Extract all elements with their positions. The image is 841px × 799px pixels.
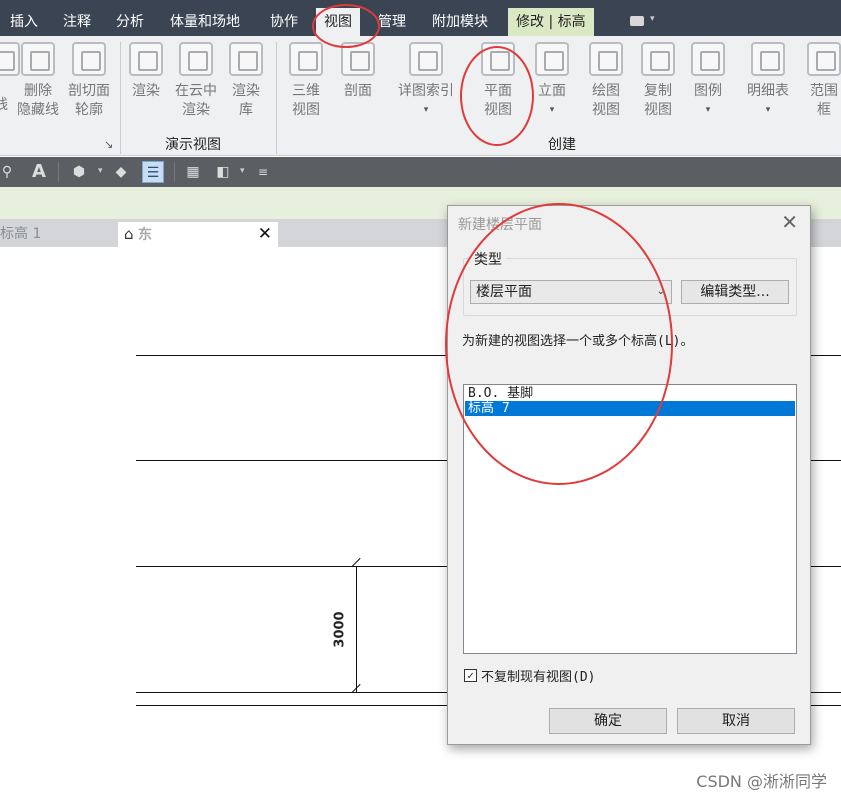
ribbon-button-drafting-view[interactable]: 绘图 视图 [584, 42, 628, 120]
edit-type-button[interactable]: 编辑类型... [681, 280, 789, 304]
schedule-icon [751, 42, 785, 76]
ribbon-button-render[interactable]: 渲染 [124, 42, 168, 101]
no-duplicate-checkbox[interactable]: ✓ 不复制现有视图(D) [464, 666, 595, 685]
render-cloud-icon [179, 42, 213, 76]
tab-collaborate[interactable]: 协作 [262, 8, 306, 36]
toolbar-divider [174, 162, 175, 182]
legend-icon [691, 42, 725, 76]
ribbon-button-scope-box[interactable]: 范围 框 [806, 42, 841, 120]
chevron-down-icon[interactable]: ▾ [650, 14, 655, 24]
3d-view-icon[interactable]: ⬢ [68, 161, 90, 183]
ribbon-button-render-gallery[interactable]: 渲染 库 [224, 42, 268, 120]
ribbon-button-cut-profile[interactable]: 剖切面 轮廓 [64, 42, 114, 120]
checkmark-icon[interactable]: ✓ [464, 669, 477, 682]
render-gallery-icon [229, 42, 263, 76]
panel-divider [276, 42, 277, 154]
ribbon-panel: 线 删除 隐藏线 剖切面 轮廓 ↘ 渲染 在云中 渲染 渲染 库 演示视图 三维… [0, 36, 841, 156]
close-icon[interactable]: ✕ [258, 222, 272, 247]
annotation-circle [460, 46, 534, 146]
watermark-text: CSDN @淅淅同学 [696, 772, 827, 791]
chevron-down-icon: ▾ [549, 105, 555, 115]
drafting-view-icon [589, 42, 623, 76]
ribbon-button-remove-hidden-lines[interactable]: 删除 隐藏线 [14, 42, 62, 120]
close-hidden-windows-icon[interactable]: ▦ [182, 161, 204, 183]
render-teapot-icon [129, 42, 163, 76]
toolbar-divider [58, 162, 59, 182]
ribbon-button-elevation[interactable]: 立面 ▾ [530, 42, 574, 120]
3d-view-icon [289, 42, 323, 76]
chevron-down-icon[interactable]: ▾ [240, 166, 245, 176]
customize-toolbar-icon[interactable]: ≡ [252, 161, 274, 183]
tab-massing-site[interactable]: 体量和场地 [162, 8, 248, 36]
annotation-circle [312, 4, 380, 48]
checkbox-label: 不复制现有视图(D) [481, 670, 596, 685]
ribbon-button-schedule[interactable]: 明细表 ▾ [742, 42, 794, 120]
panel-title-presentation: 演示视图 [165, 137, 221, 153]
measure-icon[interactable]: ⚲ [0, 161, 18, 183]
tab-annotate[interactable]: 注释 [55, 8, 99, 36]
house-icon: ⌂ [124, 225, 134, 243]
chevron-down-icon: ▾ [423, 105, 429, 115]
close-icon[interactable]: ✕ [781, 210, 798, 234]
text-icon[interactable]: A [28, 161, 50, 183]
ribbon-button-callout[interactable]: 详图索引 ▾ [392, 42, 460, 120]
duplicate-view-icon [641, 42, 675, 76]
annotation-circle [445, 203, 673, 485]
ribbon-display-toggle-icon[interactable] [630, 16, 644, 26]
view-tab-level-1[interactable]: 标高 1 [0, 222, 47, 247]
ribbon-button-section[interactable]: 剖面 [336, 42, 380, 101]
scope-box-icon [807, 42, 841, 76]
tab-analyze[interactable]: 分析 [108, 8, 152, 36]
dimension-line[interactable] [356, 566, 357, 692]
elevation-icon [535, 42, 569, 76]
ribbon-button-render-cloud[interactable]: 在云中 渲染 [170, 42, 222, 120]
ribbon-button-duplicate-view[interactable]: 复制 视图 [636, 42, 680, 120]
switch-windows-icon[interactable]: ◧ [212, 161, 234, 183]
dimension-text[interactable]: 3000 [333, 611, 348, 647]
quick-access-toolbar: ⚲ A ⬢ ▾ ◆ ☰ ▦ ◧ ▾ ≡ [0, 157, 841, 187]
ok-button[interactable]: 确定 [549, 708, 667, 734]
cut-profile-icon [72, 42, 106, 76]
chevron-down-icon[interactable]: ▾ [98, 166, 103, 176]
thin-lines-icon[interactable]: ☰ [142, 161, 164, 183]
ribbon-button-legend[interactable]: 图例 ▾ [688, 42, 728, 120]
tab-modify-level[interactable]: 修改 | 标高 [508, 8, 594, 36]
callout-icon [409, 42, 443, 76]
view-tab-east[interactable]: ⌂ 东 ✕ [118, 222, 278, 247]
tab-add-ins[interactable]: 附加模块 [424, 8, 496, 36]
panel-title-create: 创建 [548, 137, 576, 153]
remove-hidden-lines-icon [21, 42, 55, 76]
panel-launcher-icon[interactable]: ↘ [104, 138, 113, 151]
panel-divider [120, 42, 121, 154]
ribbon-tab-bar: 插入 注释 分析 体量和场地 协作 视图 管理 附加模块 修改 | 标高 ▾ [0, 0, 841, 36]
section-icon[interactable]: ◆ [110, 161, 132, 183]
chevron-down-icon: ▾ [765, 105, 771, 115]
chevron-down-icon: ▾ [705, 105, 711, 115]
cancel-button[interactable]: 取消 [677, 708, 795, 734]
ribbon-button-3d-view[interactable]: 三维 视图 [284, 42, 328, 120]
tab-insert[interactable]: 插入 [2, 8, 46, 36]
